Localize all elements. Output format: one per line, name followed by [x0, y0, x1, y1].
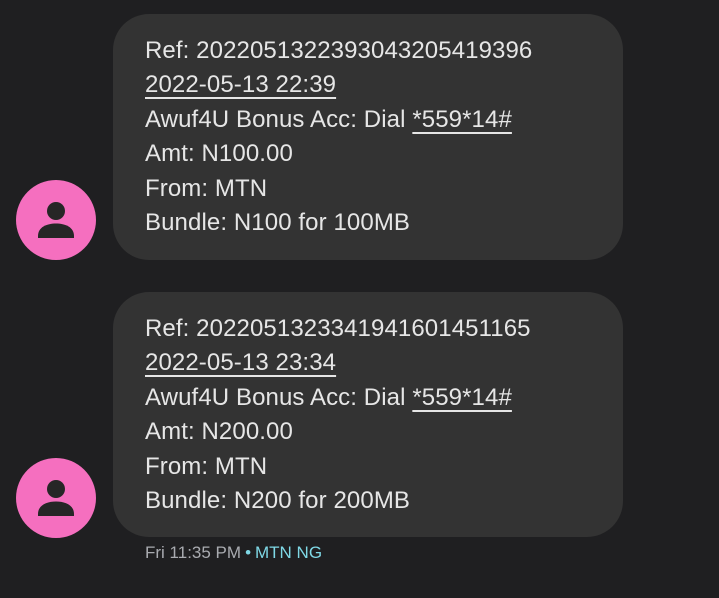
amount-text: Amt: N100.00 [145, 140, 293, 168]
person-icon [16, 180, 96, 260]
bonus-text: Awuf4U Bonus Acc: Dial [145, 383, 413, 411]
bundle-text: Bundle: N100 for 100MB [145, 209, 411, 237]
separator-dot: • [245, 543, 252, 562]
sender-avatar[interactable] [16, 180, 96, 260]
message-timestamp: Fri 11:35 PM • MTN NG [145, 542, 322, 564]
bundle-text: Bundle: N200 for 200MB [145, 487, 411, 515]
sender-avatar[interactable] [16, 458, 96, 538]
from-text: From: MTN [145, 452, 268, 480]
person-icon [16, 458, 96, 538]
timestamp-text: Fri 11:35 PM [145, 543, 242, 562]
amount-text: Amt: N200.00 [145, 418, 293, 446]
sender-name: MTN NG [255, 543, 323, 562]
dial-code-link[interactable]: *559*14# [412, 106, 512, 133]
message-bubble[interactable]: Ref: 202205132334194160145116​5 2022-05-… [113, 292, 623, 537]
dial-code-link[interactable]: *559*14# [412, 384, 512, 411]
ref-number: Ref: 202205132334194160145116​5 [145, 315, 531, 342]
date-link[interactable]: 2022-05-13 22:39 [145, 71, 336, 98]
from-text: From: MTN [145, 174, 268, 202]
ref-number: Ref: 20220513223930432054193​96 [145, 37, 533, 64]
message-bubble[interactable]: Ref: 20220513223930432054193​96 2022-05-… [113, 14, 623, 260]
date-link[interactable]: 2022-05-13 23:34 [145, 349, 336, 376]
bonus-text: Awuf4U Bonus Acc: Dial [145, 105, 413, 133]
